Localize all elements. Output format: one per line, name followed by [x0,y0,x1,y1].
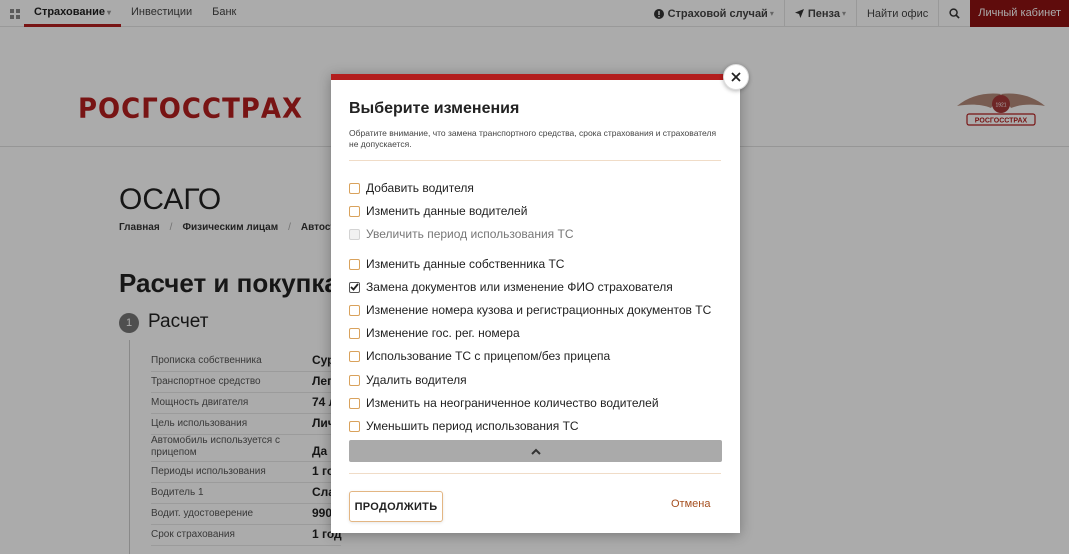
option-remove-driver[interactable]: Удалить водителя [349,372,467,388]
chevron-up-icon [530,448,541,455]
checkmark-icon [350,283,359,291]
option-change-body-number[interactable]: Изменение номера кузова и регистрационны… [349,302,711,318]
checkbox[interactable] [349,258,360,270]
modal-divider [349,473,721,474]
option-label: Уменьшить период использования ТС [366,419,579,433]
option-label: Изменение номера кузова и регистрационны… [366,303,712,317]
option-change-plate-number[interactable]: Изменение гос. рег. номера [349,325,520,341]
checkbox[interactable] [349,182,360,194]
checkbox[interactable] [349,397,360,409]
modal-note: Обратите внимание, что замена транспортн… [349,128,717,149]
option-label: Увеличить период использования ТС [366,227,574,241]
option-label: Изменение гос. рег. номера [366,326,520,340]
option-label: Добавить водителя [366,181,474,195]
option-label: Изменить на неограниченное количество во… [366,396,659,410]
modal-title: Выберите изменения [349,100,520,117]
continue-button[interactable]: ПРОДОЛЖИТЬ [349,491,443,522]
option-change-owner-data[interactable]: Изменить данные собственника ТС [349,256,564,272]
change-selection-modal: Выберите изменения Обратите внимание, чт… [331,74,740,533]
checkbox-checked[interactable] [349,281,360,293]
option-label: Изменить данные водителей [366,204,528,218]
option-extend-usage-period: Увеличить период использования ТС [349,226,573,242]
checkbox[interactable] [349,327,360,339]
close-modal-button[interactable] [723,64,749,90]
collapse-options-button[interactable] [349,440,722,462]
modal-accent-bar [331,74,740,80]
checkbox[interactable] [349,350,360,362]
option-change-driver-data[interactable]: Изменить данные водителей [349,203,527,219]
cancel-link[interactable]: Отмена [671,498,710,510]
modal-divider [349,160,721,161]
option-replace-documents[interactable]: Замена документов или изменение ФИО стра… [349,279,673,295]
checkbox[interactable] [349,304,360,316]
checkbox[interactable] [349,420,360,432]
checkbox [349,228,360,240]
option-unlimited-drivers[interactable]: Изменить на неограниченное количество во… [349,395,659,411]
close-icon [731,72,741,82]
option-label: Удалить водителя [366,373,467,387]
checkbox[interactable] [349,205,360,217]
option-label: Замена документов или изменение ФИО стра… [366,280,673,294]
checkbox[interactable] [349,374,360,386]
option-trailer-usage[interactable]: Использование ТС с прицепом/без прицепа [349,348,610,364]
option-reduce-usage-period[interactable]: Уменьшить период использования ТС [349,418,579,434]
option-label: Изменить данные собственника ТС [366,257,565,271]
option-add-driver[interactable]: Добавить водителя [349,180,474,196]
option-label: Использование ТС с прицепом/без прицепа [366,349,611,363]
